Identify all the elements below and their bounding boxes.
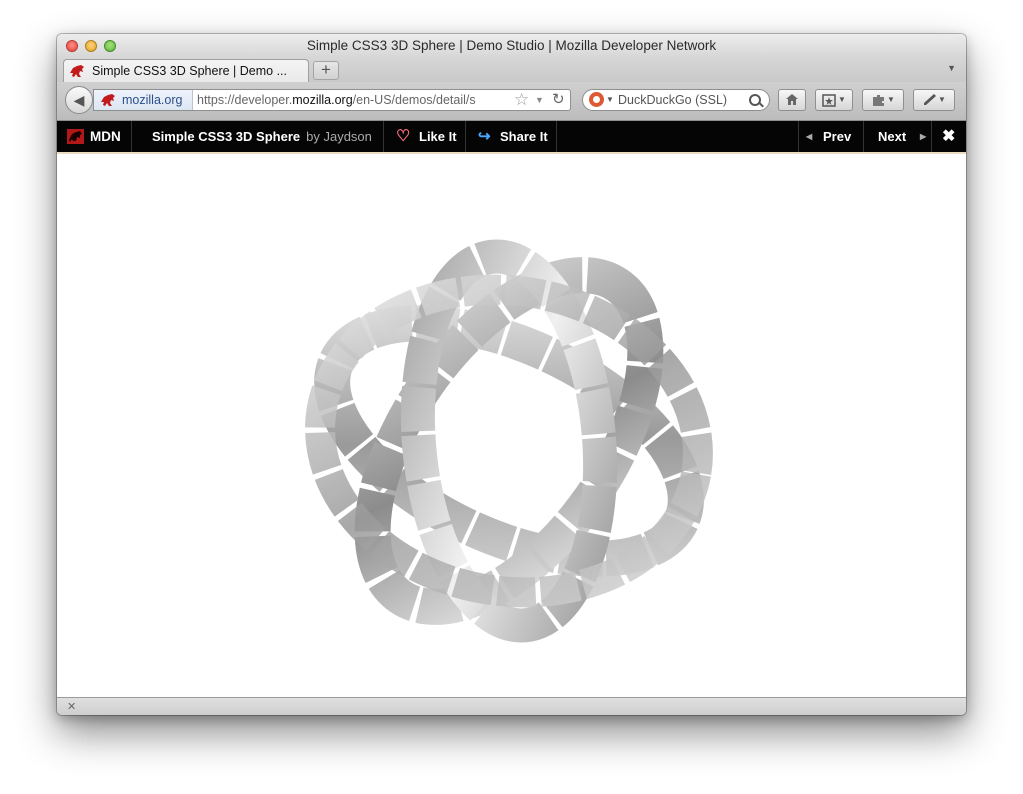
demo-title-text: Simple CSS3 3D Sphere [152, 129, 301, 144]
pen-icon [924, 94, 937, 105]
like-label: Like It [419, 129, 457, 144]
like-button[interactable]: ♡ Like It [384, 121, 466, 152]
demo-author[interactable]: by Jaydson [306, 129, 372, 144]
tab-active[interactable]: Simple CSS3 3D Sphere | Demo ... [63, 59, 309, 82]
window-title: Simple CSS3 3D Sphere | Demo Studio | Mo… [306, 38, 717, 53]
demo-content [57, 154, 966, 697]
engine-dropdown-icon[interactable]: ▼ [606, 90, 614, 110]
window-close-button[interactable] [66, 40, 78, 52]
title-bar: Simple CSS3 3D Sphere | Demo Studio | Mo… [57, 34, 966, 58]
next-arrow-icon: ▶ [920, 132, 927, 141]
mozilla-dino-icon [70, 65, 84, 77]
share-label: Share It [500, 129, 548, 144]
pen-dropdown-icon: ▼ [938, 95, 946, 104]
window-minimize-button[interactable] [85, 40, 97, 52]
home-icon [786, 94, 798, 105]
url-path: /en-US/demos/detail/s [352, 93, 476, 107]
prev-arrow-icon: ◀ [806, 132, 813, 141]
url-prefix: https://developer. [197, 93, 293, 107]
addon-dropdown-icon: ▼ [887, 95, 895, 104]
window-zoom-button[interactable] [104, 40, 116, 52]
duckduckgo-icon[interactable] [589, 92, 604, 107]
url-history-dropdown-icon[interactable]: ▼ [535, 90, 544, 110]
mdn-label: MDN [90, 129, 121, 144]
search-bar[interactable]: ▼ DuckDuckGo (SSL) [582, 89, 770, 111]
reload-icon[interactable]: ↻ [552, 90, 565, 110]
addon-bar: ✕ [57, 697, 966, 715]
demo-info: Simple CSS3 3D Sphere by Jaydson [132, 121, 384, 152]
tab-strip: Simple CSS3 3D Sphere | Demo ... + ▼ [57, 58, 966, 83]
addon-menu-button[interactable]: ▼ [862, 89, 904, 111]
close-addon-bar-icon[interactable]: ✕ [67, 698, 76, 715]
url-host: mozilla.org [292, 93, 353, 107]
site-identity-label: mozilla.org [122, 93, 183, 107]
bookmarks-dropdown-icon: ▼ [838, 95, 846, 104]
heart-icon: ♡ [396, 128, 411, 145]
css3-sphere-illustration [305, 239, 713, 643]
home-button[interactable] [778, 89, 806, 111]
next-label: Next [878, 129, 907, 144]
browser-window: Simple CSS3 3D Sphere | Demo Studio | Mo… [57, 34, 966, 715]
back-arrow-icon: ◀ [73, 92, 85, 108]
close-demo-icon[interactable]: ✖ [942, 121, 955, 152]
navigation-toolbar: ◀ mozilla.org https://developer.mozilla.… [57, 82, 966, 121]
new-tab-button[interactable]: + [313, 61, 339, 80]
search-icon[interactable] [749, 94, 761, 106]
site-identity-button[interactable]: mozilla.org [94, 90, 193, 110]
next-button[interactable]: Next ▶ [863, 121, 932, 152]
prev-button[interactable]: ◀ Prev [798, 121, 864, 152]
back-button[interactable]: ◀ [65, 86, 93, 114]
mdn-home-link[interactable]: MDN [57, 121, 132, 152]
prev-label: Prev [823, 129, 852, 144]
bookmarks-icon [822, 94, 836, 107]
demo-title: Simple CSS3 3D Sphere by Jaydson [152, 121, 372, 152]
puzzle-icon [873, 95, 885, 106]
mozilla-dino-icon [101, 94, 115, 106]
bookmark-star-icon[interactable]: ☆ [514, 90, 529, 110]
list-all-tabs-button[interactable]: ▼ [947, 63, 956, 73]
share-button[interactable]: ↪ Share It [466, 121, 557, 152]
url-text[interactable]: https://developer.mozilla.org/en-US/demo… [197, 90, 476, 110]
tab-title: Simple CSS3 3D Sphere | Demo ... [92, 64, 287, 78]
bookmarks-menu-button[interactable]: ▼ [815, 89, 853, 111]
mdn-demo-bar: MDN Simple CSS3 3D Sphere by Jaydson ♡ Li… [57, 121, 966, 154]
mdn-logo-icon [67, 129, 84, 144]
pen-tool-button[interactable]: ▼ [913, 89, 955, 111]
url-bar[interactable]: mozilla.org https://developer.mozilla.or… [93, 89, 571, 111]
share-arrow-icon: ↪ [478, 128, 491, 145]
search-engine-placeholder: DuckDuckGo (SSL) [618, 93, 728, 107]
